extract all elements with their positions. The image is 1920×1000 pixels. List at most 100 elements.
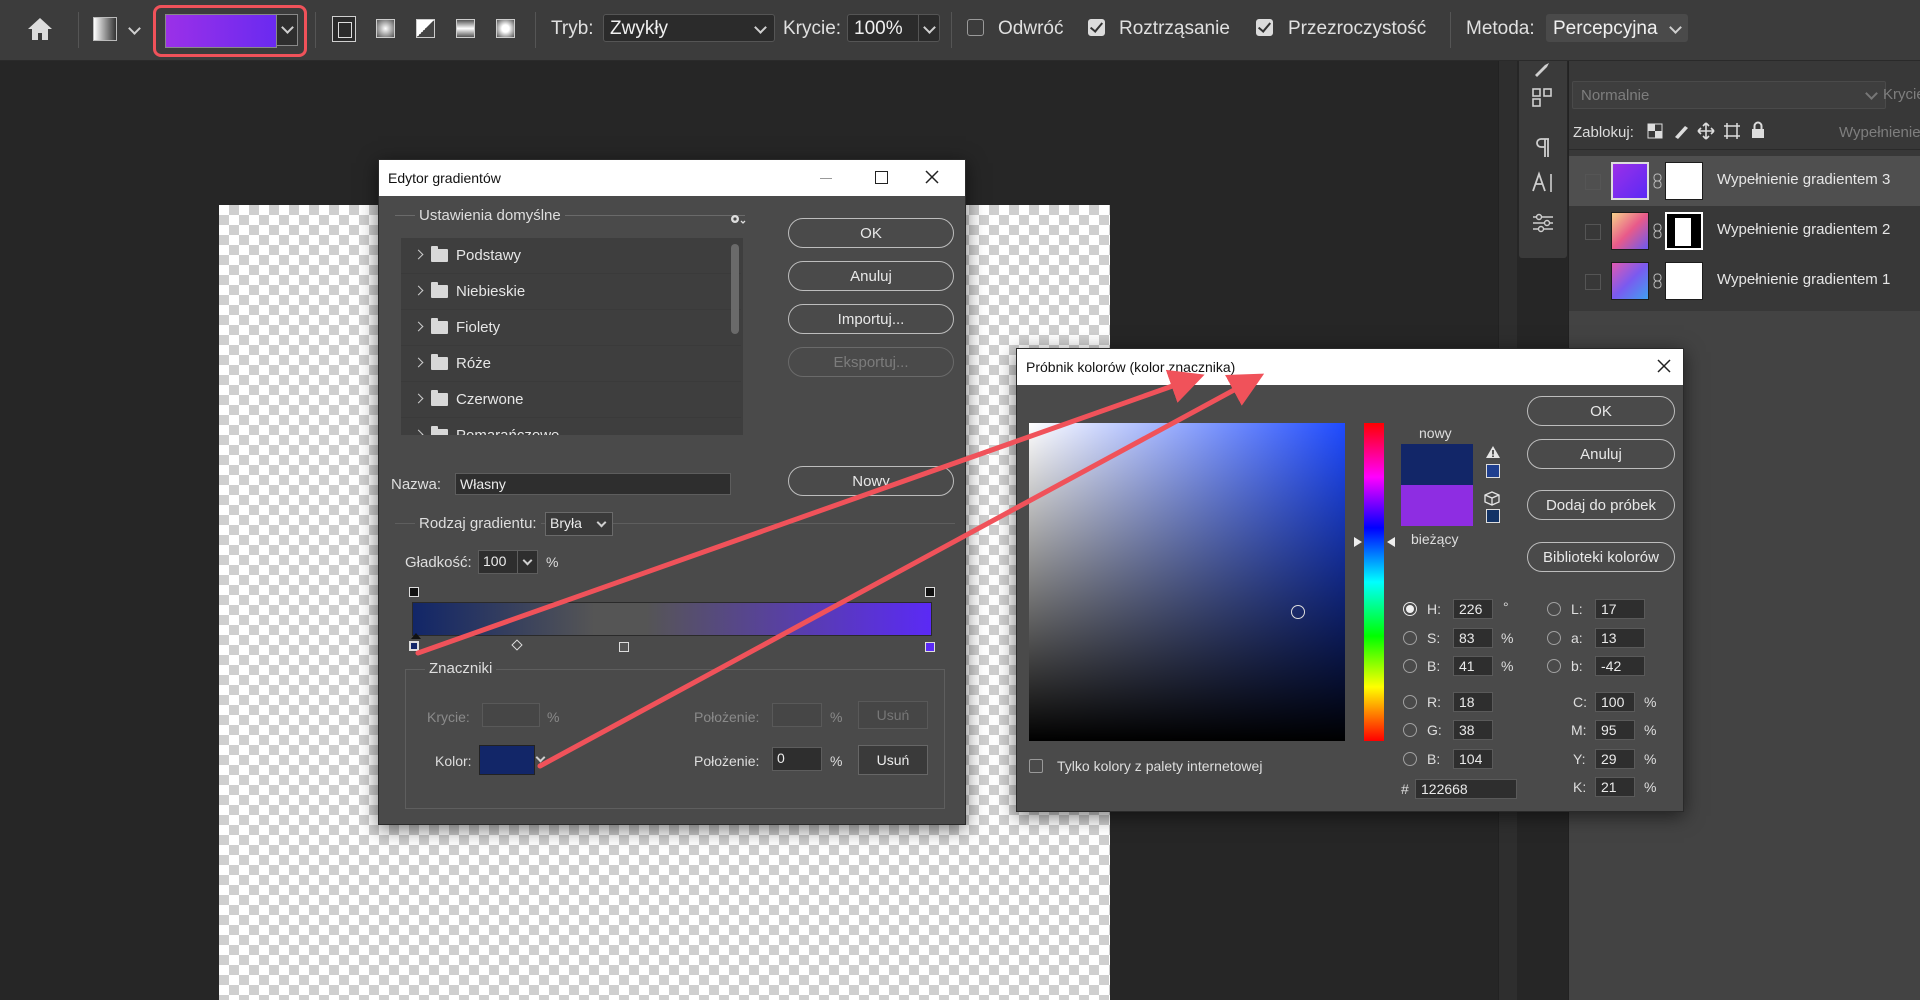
preset-folder[interactable]: Fiolety (401, 310, 741, 346)
green-radio[interactable] (1403, 723, 1417, 737)
export-button[interactable]: Eksportuj... (788, 347, 954, 377)
link-icon[interactable] (1653, 223, 1663, 239)
chevron-down-icon[interactable] (535, 752, 546, 763)
lock-artboard-icon[interactable] (1723, 122, 1741, 140)
gradient-tool-icon[interactable] (93, 17, 117, 41)
web-safe-cube-icon[interactable] (1484, 491, 1500, 506)
gradient-type-dropdown[interactable]: Bryła (545, 512, 613, 536)
web-colors-only-checkbox[interactable] (1029, 759, 1043, 773)
hex-input[interactable]: 122668 (1415, 779, 1517, 799)
red-radio[interactable] (1403, 695, 1417, 709)
preset-list[interactable]: Podstawy Niebieskie Fiolety Róże Czerwon… (401, 238, 743, 435)
opacity-input[interactable]: 100% (847, 14, 940, 42)
chevron-down-icon[interactable] (128, 22, 141, 35)
cancel-button[interactable]: Anuluj (788, 261, 954, 291)
visibility-toggle[interactable] (1585, 174, 1601, 190)
brightness-radio[interactable] (1403, 659, 1417, 673)
hue-slider[interactable] (1364, 423, 1384, 741)
link-icon[interactable] (1653, 173, 1663, 189)
yellow-input[interactable]: 29 (1595, 749, 1635, 769)
lock-all-icon[interactable] (1751, 121, 1765, 139)
smoothness-input[interactable]: 100 (478, 550, 538, 574)
import-button[interactable]: Importuj... (788, 304, 954, 334)
hue-slider-right-handle[interactable] (1387, 537, 1395, 547)
opacity-stop-left[interactable] (409, 587, 419, 597)
ok-button[interactable]: OK (1527, 396, 1675, 426)
gear-icon[interactable] (729, 212, 747, 226)
reflected-gradient-button[interactable] (453, 16, 477, 42)
method-dropdown[interactable]: Percepcyjna (1546, 14, 1688, 42)
cancel-button[interactable]: Anuluj (1527, 439, 1675, 469)
color-libraries-button[interactable]: Biblioteki kolorów (1527, 542, 1675, 572)
lock-image-pixels-icon[interactable] (1673, 123, 1689, 139)
gamut-color-chip[interactable] (1486, 464, 1500, 478)
saturation-brightness-field[interactable] (1029, 423, 1345, 741)
lab-a-input[interactable]: 13 (1595, 628, 1645, 648)
paragraph-icon[interactable] (1533, 137, 1553, 159)
close-icon[interactable] (925, 170, 939, 184)
lock-transparent-pixels-icon[interactable] (1647, 123, 1663, 139)
reverse-checkbox[interactable] (967, 19, 984, 36)
opacity-delete-button[interactable]: Usuń (858, 701, 928, 729)
new-button[interactable]: Nowy (788, 466, 954, 496)
gradient-picker-dropdown[interactable] (276, 14, 298, 46)
lightness-input[interactable]: 17 (1595, 599, 1645, 619)
character-icon[interactable] (1531, 171, 1557, 195)
saturation-radio[interactable] (1403, 631, 1417, 645)
preset-folder[interactable]: Róże (401, 346, 741, 382)
stop-opacity-input[interactable] (482, 703, 540, 727)
adjustments-icon[interactable] (1531, 213, 1555, 233)
blue-input[interactable]: 104 (1453, 749, 1493, 769)
gradient-editor-titlebar[interactable]: Edytor gradientów (379, 160, 965, 196)
swatches-icon[interactable] (1531, 87, 1555, 109)
gradient-preview-swatch[interactable] (165, 14, 277, 48)
maximize-icon[interactable] (875, 171, 888, 184)
brush-icon[interactable] (1531, 61, 1555, 77)
radial-gradient-button[interactable] (373, 16, 397, 42)
layer-row[interactable]: Wypełnienie gradientem 2 (1569, 206, 1920, 256)
home-icon[interactable] (26, 16, 54, 42)
add-to-swatches-button[interactable]: Dodaj do próbek (1527, 490, 1675, 520)
visibility-toggle[interactable] (1585, 224, 1601, 240)
transparency-checkbox[interactable] (1256, 19, 1273, 36)
blue-radio[interactable] (1403, 752, 1417, 766)
angle-gradient-button[interactable] (413, 16, 437, 42)
lock-position-icon[interactable] (1697, 122, 1715, 140)
preset-list-scrollbar[interactable] (731, 244, 739, 334)
preset-folder[interactable]: Podstawy (401, 238, 741, 274)
layer-row[interactable]: Wypełnienie gradientem 3 (1569, 156, 1920, 206)
web-safe-color-chip[interactable] (1486, 509, 1500, 523)
gradient-bar[interactable] (412, 602, 932, 636)
red-input[interactable]: 18 (1453, 692, 1493, 712)
minimize-icon[interactable] (820, 178, 832, 179)
magenta-input[interactable]: 95 (1595, 720, 1635, 740)
green-input[interactable]: 38 (1453, 720, 1493, 740)
lightness-radio[interactable] (1547, 602, 1561, 616)
out-of-gamut-warning-icon[interactable] (1485, 445, 1501, 459)
layer-row[interactable]: Wypełnienie gradientem 1 (1569, 256, 1920, 306)
current-color-swatch[interactable] (1401, 485, 1473, 526)
color-stop-mid[interactable] (619, 642, 629, 652)
hue-radio[interactable] (1403, 602, 1417, 616)
color-location-input[interactable]: 0 (772, 747, 822, 771)
color-delete-button[interactable]: Usuń (858, 745, 928, 775)
blend-mode-dropdown[interactable]: Normalnie (1572, 81, 1886, 109)
hue-slider-left-handle[interactable] (1354, 537, 1362, 547)
visibility-toggle[interactable] (1585, 274, 1601, 290)
black-input[interactable]: 21 (1595, 777, 1635, 797)
color-picker-titlebar[interactable]: Próbnik kolorów (kolor znacznika) (1017, 349, 1683, 385)
brightness-input[interactable]: 41 (1453, 656, 1493, 676)
link-icon[interactable] (1653, 273, 1663, 289)
lab-a-radio[interactable] (1547, 631, 1561, 645)
preset-folder[interactable]: Czerwone (401, 382, 741, 418)
linear-gradient-button[interactable] (332, 16, 356, 42)
stop-color-swatch[interactable] (479, 745, 535, 775)
color-stop-right[interactable] (925, 642, 935, 652)
opacity-stop-right[interactable] (925, 587, 935, 597)
name-input[interactable]: Własny (455, 473, 731, 495)
ok-button[interactable]: OK (788, 218, 954, 248)
mode-dropdown[interactable]: Zwykły (603, 14, 775, 42)
saturation-input[interactable]: 83 (1453, 628, 1493, 648)
color-midpoint[interactable] (511, 639, 523, 651)
hue-input[interactable]: 226 (1453, 599, 1493, 619)
